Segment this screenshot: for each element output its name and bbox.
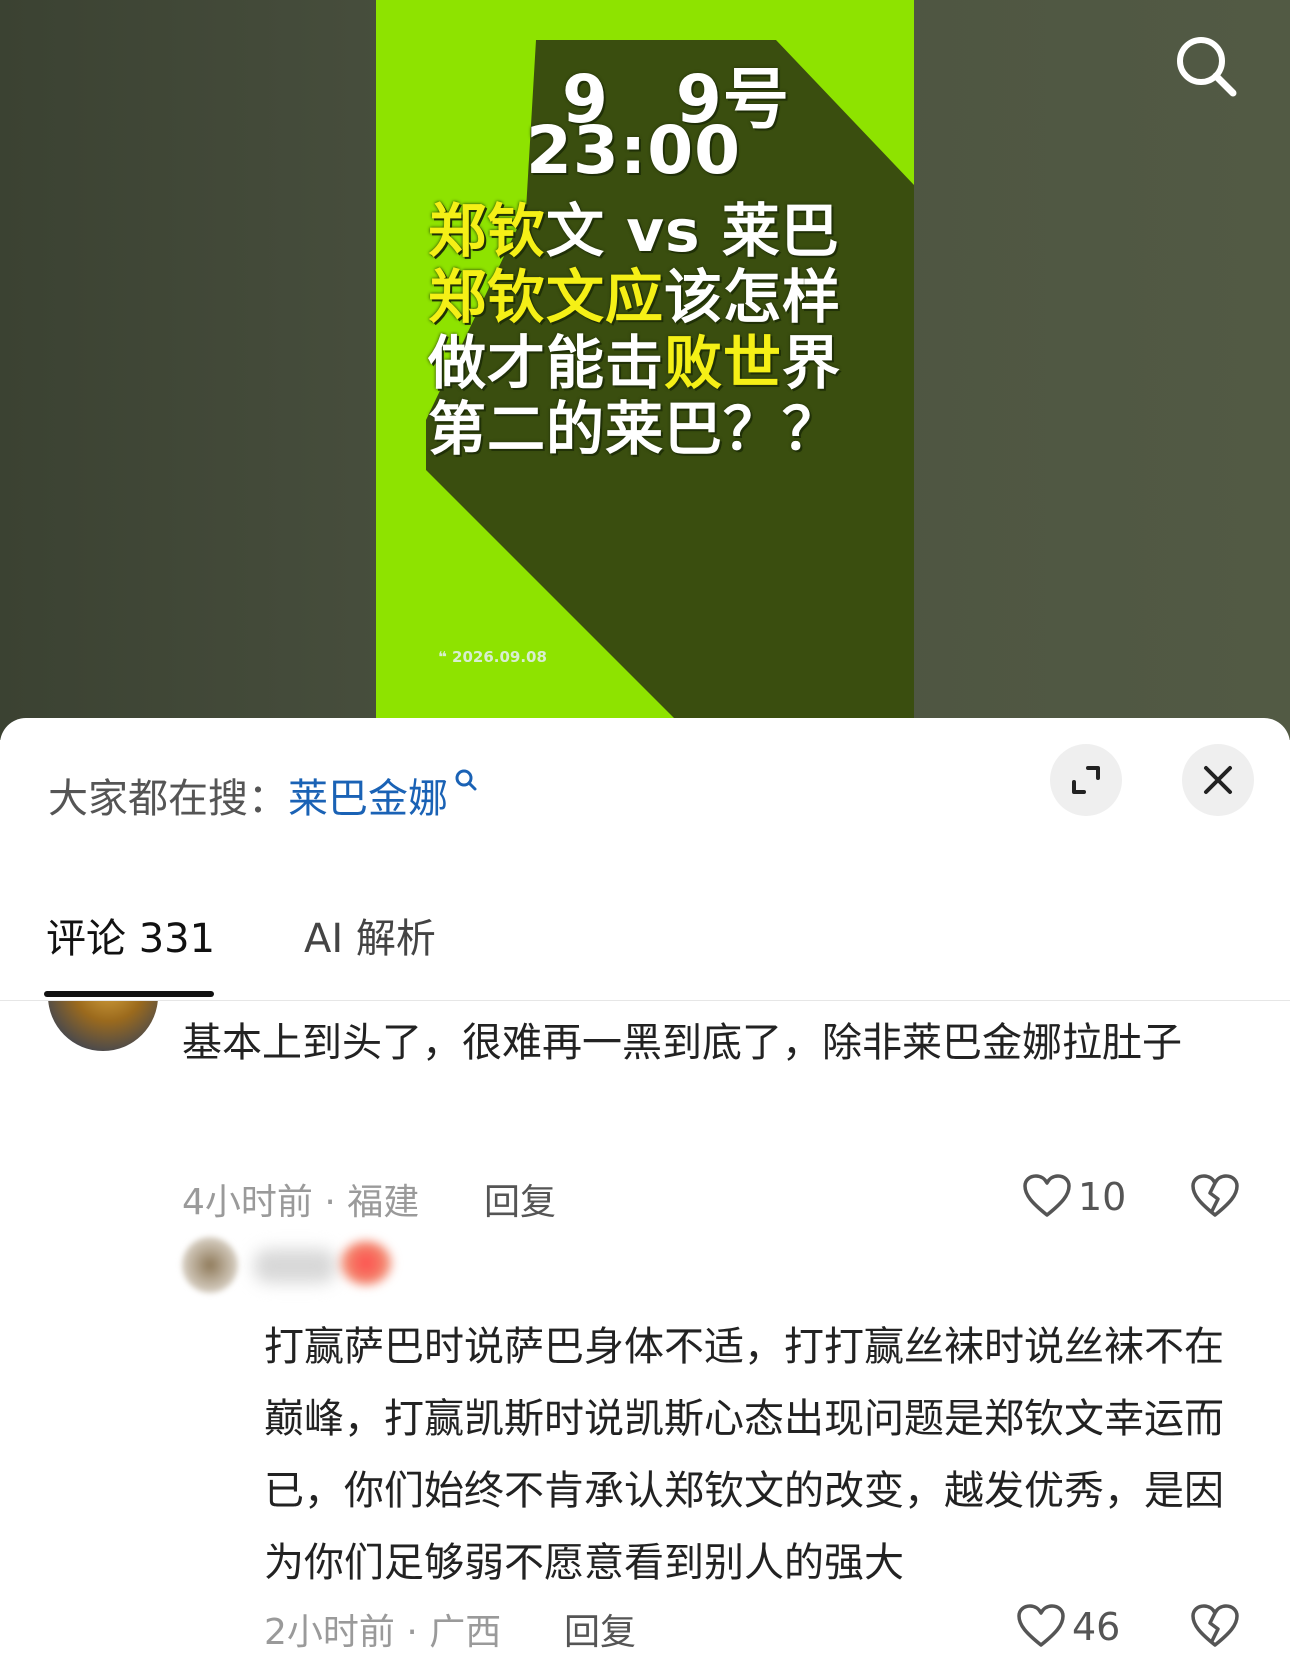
video-date-text: 2026.09.08 xyxy=(452,648,547,666)
close-button[interactable] xyxy=(1182,744,1254,816)
quote-icon: ❝ xyxy=(438,648,453,666)
active-tab-indicator xyxy=(44,991,214,997)
tab-ai-analysis[interactable]: AI 解析 xyxy=(304,906,436,964)
like-count: 10 xyxy=(1078,1175,1127,1219)
search-icon xyxy=(455,769,477,791)
comment-list[interactable]: 基本上到头了，很难再一黑到底了，除非莱巴金娜拉肚子 4小时前 · 福建 回复 1… xyxy=(0,1001,1290,1663)
tab-bar: 评论 331 AI 解析 xyxy=(0,888,1290,1001)
like-count: 46 xyxy=(1072,1605,1121,1649)
avatar[interactable] xyxy=(182,1237,238,1293)
hot-search-keyword[interactable]: 莱巴金娜 xyxy=(288,776,448,822)
video-caption-line: 第二的莱巴？？ xyxy=(428,395,842,463)
comment-sheet: 大家都在搜：莱巴金娜 评论 331 AI 解析 基本上到头了，很难再一黑到底了，… xyxy=(0,718,1290,1663)
heart-icon[interactable] xyxy=(1022,1173,1072,1219)
comment-meta: 4小时前 · 福建 xyxy=(182,1182,420,1223)
tab-comments[interactable]: 评论 331 xyxy=(46,906,215,964)
video-date: ❝ 2026.09.08 xyxy=(438,648,547,666)
video-player[interactable]: 9 9号 23:00 郑钦文 vs 莱巴 郑钦文应该怎样 做才能击败世界 第二的… xyxy=(0,0,1290,740)
comment-text: 打赢萨巴时说萨巴身体不适，打打赢丝袜时说丝袜不在巅峰，打赢凯斯时说凯斯心态出现问… xyxy=(264,1324,1224,1586)
reply-button[interactable]: 回复 xyxy=(484,1173,556,1225)
expand-button[interactable] xyxy=(1050,744,1122,816)
reply-button[interactable]: 回复 xyxy=(564,1603,636,1655)
comment-text: 基本上到头了，很难再一黑到底了，除非莱巴金娜拉肚子 xyxy=(182,1020,1182,1066)
hot-search-label: 大家都在搜： xyxy=(48,776,288,822)
video-caption-line: 23:00 xyxy=(526,112,742,189)
expand-icon xyxy=(1072,766,1100,794)
search-icon[interactable] xyxy=(1170,30,1242,102)
video-caption: 9 9号 23:00 郑钦文 vs 莱巴 郑钦文应该怎样 做才能击败世界 第二的… xyxy=(376,0,914,740)
user-badge-blurred xyxy=(340,1241,392,1285)
video-frame: 9 9号 23:00 郑钦文 vs 莱巴 郑钦文应该怎样 做才能击败世界 第二的… xyxy=(376,0,914,740)
broken-heart-icon[interactable] xyxy=(1190,1173,1240,1219)
comment-meta: 2小时前 · 广西 xyxy=(264,1612,502,1653)
username-blurred[interactable] xyxy=(254,1249,336,1283)
heart-icon[interactable] xyxy=(1016,1603,1066,1649)
close-icon xyxy=(1204,766,1232,794)
avatar[interactable] xyxy=(48,1001,158,1051)
broken-heart-icon[interactable] xyxy=(1190,1603,1240,1649)
hot-search-bar[interactable]: 大家都在搜：莱巴金娜 xyxy=(48,766,478,824)
